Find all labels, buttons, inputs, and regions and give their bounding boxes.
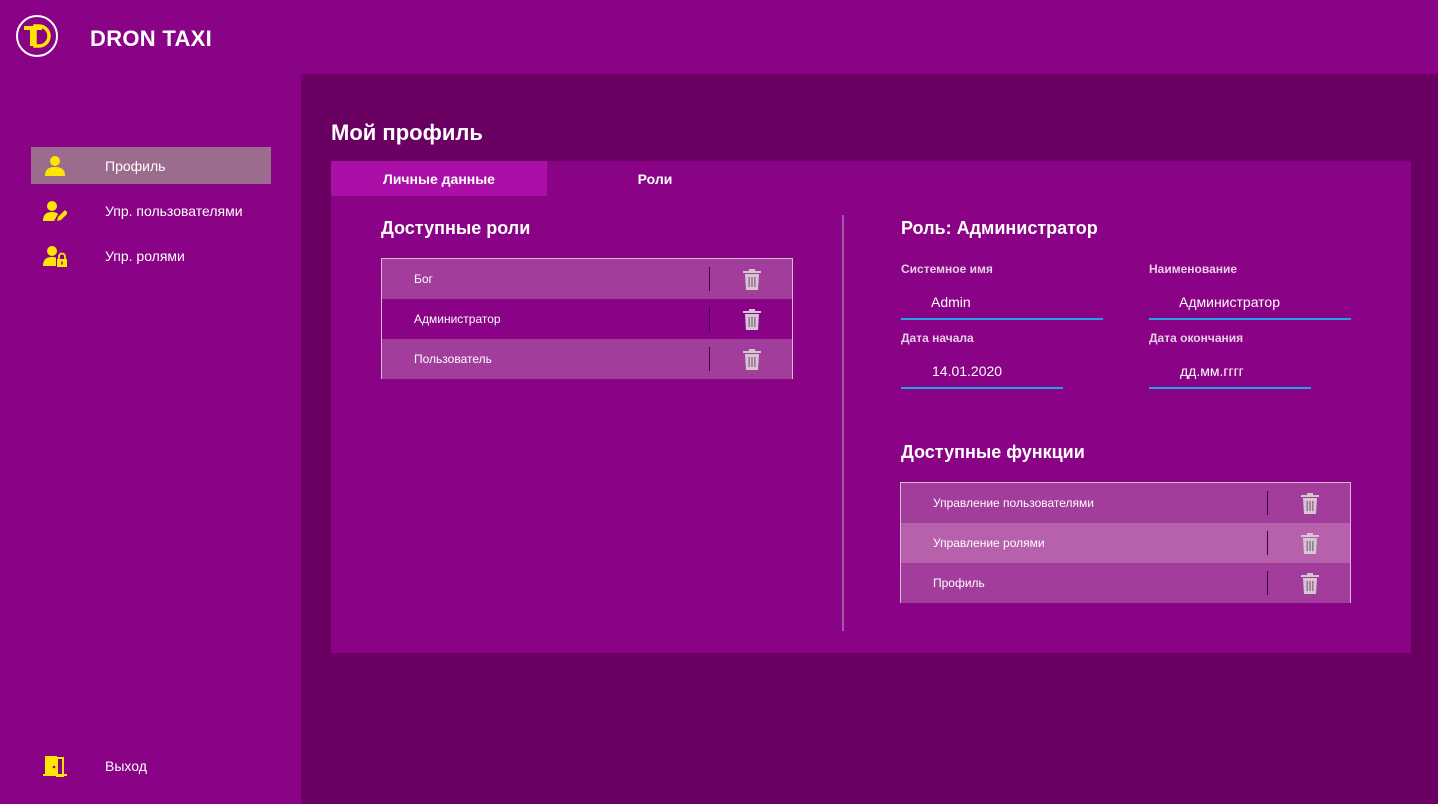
sidebar-item-label: Профиль bbox=[105, 158, 166, 174]
role-row[interactable]: Бог bbox=[382, 259, 792, 299]
sidebar-item-user-management[interactable]: Упр. пользователями bbox=[31, 192, 271, 229]
role-name: Администратор bbox=[414, 312, 501, 326]
tab-personal-data[interactable]: Личные данные bbox=[331, 161, 547, 196]
trash-icon[interactable] bbox=[1300, 573, 1320, 594]
vertical-divider bbox=[842, 215, 844, 631]
name-value: Администратор bbox=[1179, 294, 1281, 310]
available-functions-title: Доступные функции bbox=[901, 442, 1085, 462]
row-separator bbox=[709, 267, 710, 291]
trash-icon[interactable] bbox=[742, 269, 762, 290]
start-date-field[interactable]: 14.01.2020 bbox=[901, 363, 1063, 389]
user-lock-icon bbox=[43, 246, 67, 267]
start-date-label: Дата начала bbox=[901, 331, 974, 345]
functions-list: Управление пользователями Управление рол… bbox=[900, 482, 1351, 603]
sidebar: Профиль Упр. пользователями Упр. ролями … bbox=[0, 74, 301, 804]
role-row[interactable]: Администратор bbox=[382, 299, 792, 339]
role-name: Пользователь bbox=[414, 352, 492, 366]
name-label: Наименование bbox=[1149, 262, 1238, 276]
user-edit-icon bbox=[43, 201, 67, 221]
trash-icon[interactable] bbox=[742, 349, 762, 370]
app-title: DRON TAXI bbox=[90, 26, 213, 51]
function-row[interactable]: Управление ролями bbox=[901, 523, 1350, 563]
logout-label: Выход bbox=[105, 758, 147, 774]
function-row[interactable]: Управление пользователями bbox=[901, 483, 1350, 523]
sidebar-item-label: Упр. пользователями bbox=[105, 203, 243, 219]
end-date-placeholder: дд.мм.гггг bbox=[1180, 363, 1244, 379]
sidebar-item-role-management[interactable]: Упр. ролями bbox=[31, 237, 271, 274]
name-field[interactable]: Администратор bbox=[1149, 294, 1351, 320]
trash-icon[interactable] bbox=[1300, 493, 1320, 514]
function-name: Управление пользователями bbox=[933, 496, 1094, 510]
sidebar-item-label: Упр. ролями bbox=[105, 248, 185, 264]
row-separator bbox=[709, 307, 710, 331]
role-row[interactable]: Пользователь bbox=[382, 339, 792, 379]
function-name: Управление ролями bbox=[933, 536, 1045, 550]
row-separator bbox=[1267, 491, 1268, 515]
roles-list: Бог Администратор Пользователь bbox=[381, 258, 793, 379]
system-name-field[interactable]: Admin bbox=[901, 294, 1103, 320]
system-name-label: Системное имя bbox=[901, 262, 993, 276]
available-roles-title: Доступные роли bbox=[381, 218, 531, 238]
user-icon bbox=[45, 156, 65, 176]
end-date-label: Дата окончания bbox=[1149, 331, 1244, 345]
exit-door-icon bbox=[43, 756, 67, 777]
sidebar-item-profile[interactable]: Профиль bbox=[31, 147, 271, 184]
row-separator bbox=[709, 347, 710, 371]
logout-button[interactable]: Выход bbox=[31, 747, 271, 784]
end-date-field[interactable]: дд.мм.гггг bbox=[1149, 363, 1311, 389]
trash-icon[interactable] bbox=[742, 309, 762, 330]
page-title: Мой профиль bbox=[331, 120, 483, 145]
function-row[interactable]: Профиль bbox=[901, 563, 1350, 603]
system-name-value: Admin bbox=[931, 294, 971, 310]
role-name: Бог bbox=[414, 272, 433, 286]
top-bar: DRON TAXI bbox=[0, 0, 1438, 74]
dron-taxi-logo[interactable] bbox=[16, 15, 58, 57]
profile-card: Личные данные Роли Доступные роли Бог Ад… bbox=[331, 161, 1411, 653]
function-name: Профиль bbox=[933, 576, 985, 590]
row-separator bbox=[1267, 571, 1268, 595]
tab-roles[interactable]: Роли bbox=[547, 161, 763, 196]
trash-icon[interactable] bbox=[1300, 533, 1320, 554]
role-title: Роль: Администратор bbox=[901, 218, 1098, 238]
start-date-value: 14.01.2020 bbox=[932, 363, 1003, 379]
row-separator bbox=[1267, 531, 1268, 555]
main-content: Мой профиль Личные данные Роли Доступные… bbox=[301, 74, 1438, 804]
